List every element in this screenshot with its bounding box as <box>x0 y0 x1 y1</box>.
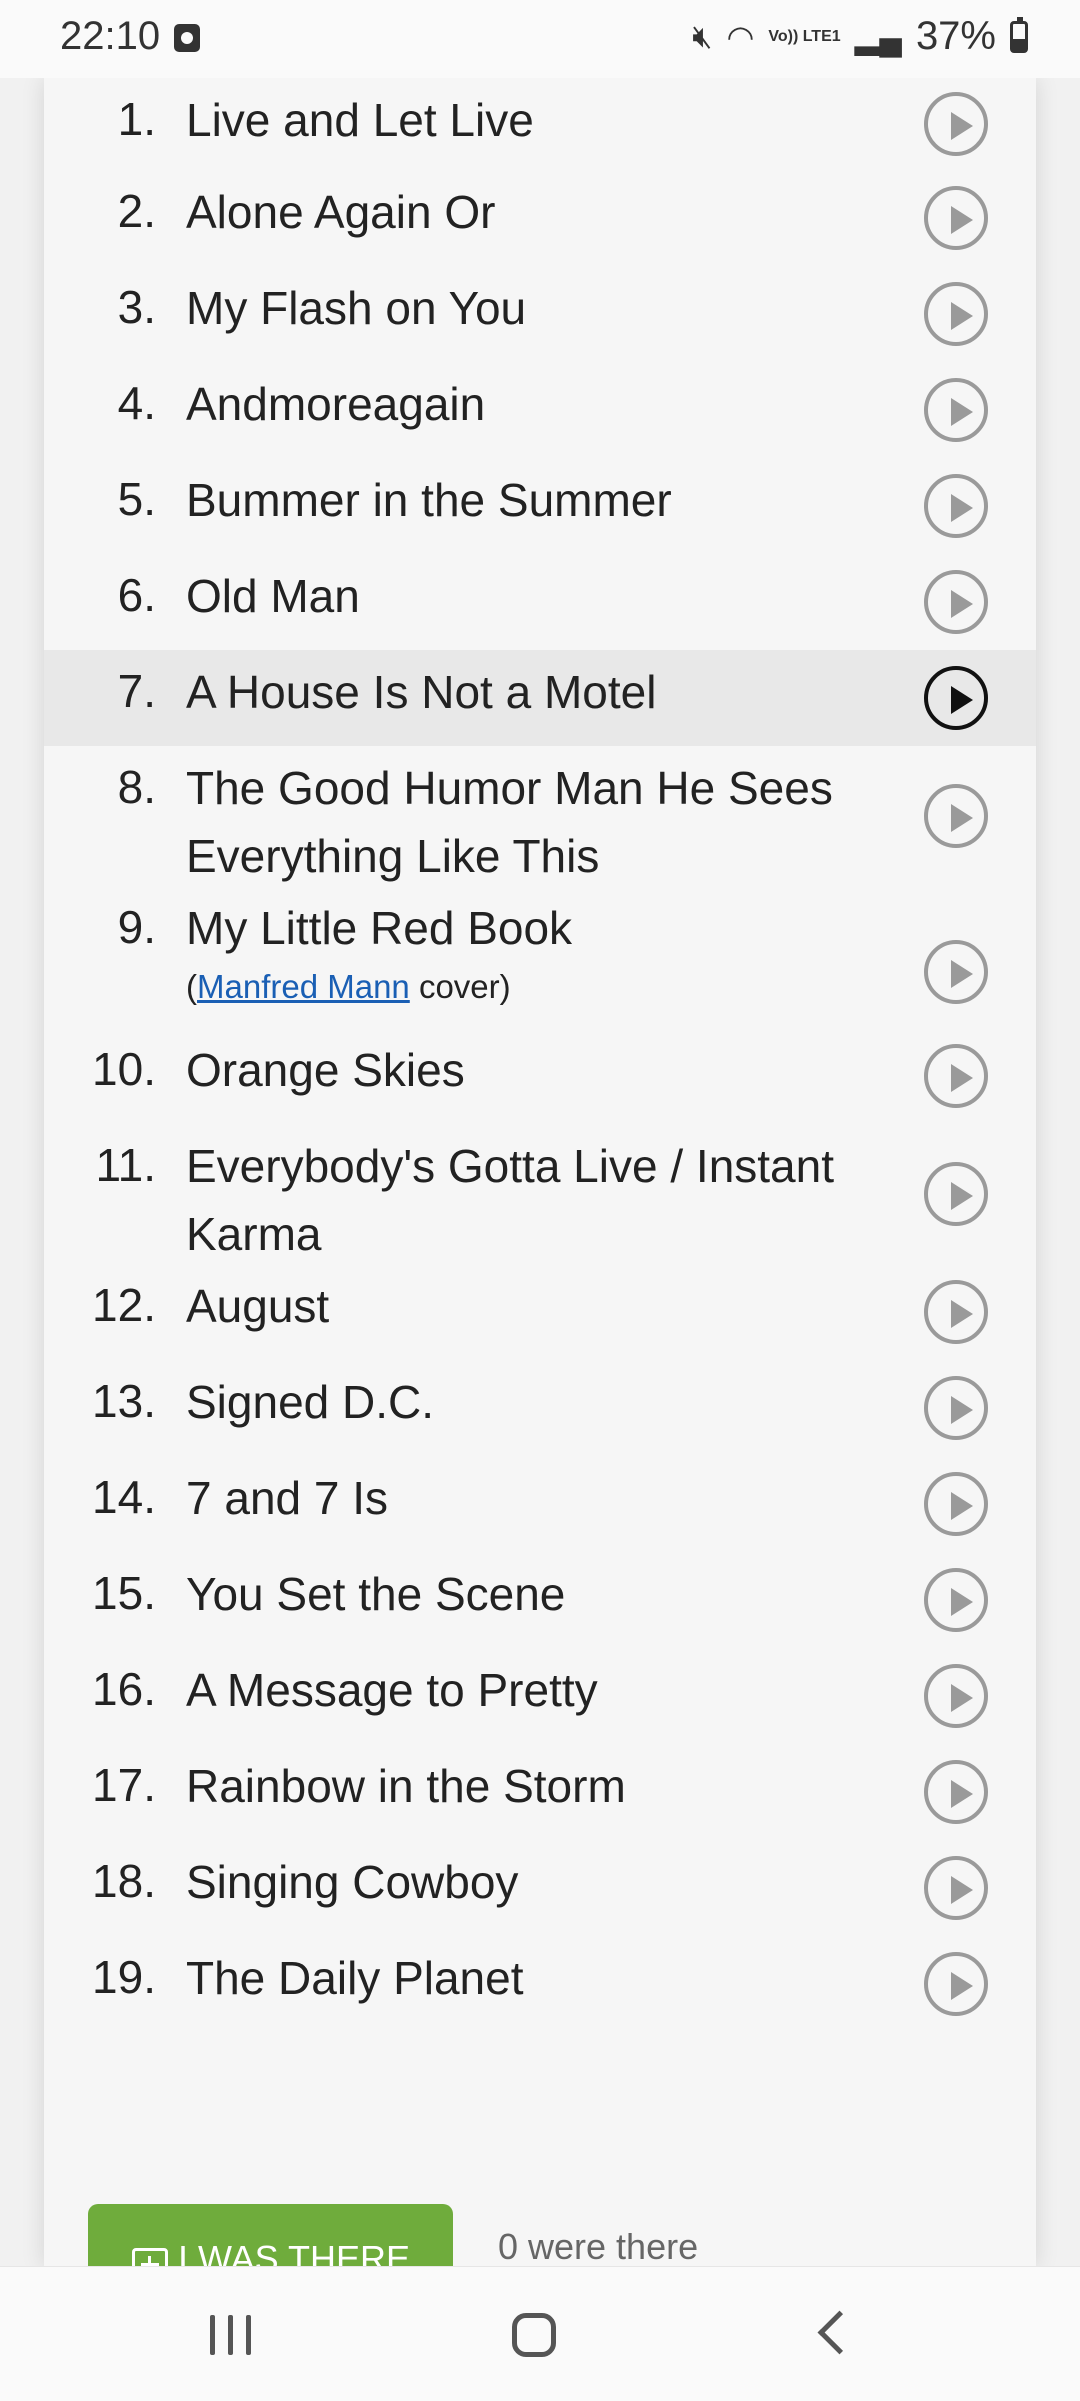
setlist-card: 1. Live and Let Live 2. Alone Again Or 3. My … <box>44 78 1036 2294</box>
recent-apps-button[interactable] <box>210 2315 254 2355</box>
play-circle-icon[interactable] <box>924 1280 988 1344</box>
attendance-count: 0 were there <box>498 2226 699 2267</box>
play-circle-icon[interactable] <box>924 1162 988 1226</box>
track-number: 16. <box>92 1663 156 1715</box>
track-number: 15. <box>92 1567 156 1619</box>
clock: 22:10 <box>60 14 161 58</box>
play-circle-icon[interactable] <box>924 784 988 848</box>
play-circle-icon[interactable] <box>924 1376 988 1440</box>
wifi-icon: ◠ <box>726 18 755 55</box>
track-number: 19. <box>92 1951 156 2003</box>
track-row: 5. Bummer in the Summer <box>44 458 1036 554</box>
track-title: 7 and 7 Is <box>186 1472 389 1524</box>
track-title: Alone Again Or <box>186 186 496 238</box>
track-number: 3. <box>117 281 156 333</box>
track-number: 14. <box>92 1471 156 1523</box>
track-title: A House Is Not a Motel <box>186 666 657 718</box>
track-number: 11. <box>95 1139 156 1191</box>
track-row: 18. Singing Cowboy <box>44 1840 1036 1936</box>
track-number: 12. <box>92 1279 156 1331</box>
track-title: My Flash on You <box>186 282 527 334</box>
play-circle-icon[interactable] <box>924 92 988 156</box>
track-number: 1. <box>117 93 156 145</box>
track-title: Old Man <box>186 570 360 622</box>
signal-icon: ▂▄ <box>854 18 902 55</box>
track-title: Bummer in the Summer <box>186 474 672 526</box>
network-label: Vo)) LTE1 <box>768 28 841 45</box>
track-row: 6. Old Man <box>44 554 1036 650</box>
track-number: 4. <box>117 377 156 429</box>
track-row: 1. Live and Let Live <box>44 78 1036 170</box>
play-circle-icon[interactable] <box>924 282 988 346</box>
note-suffix: cover) <box>409 968 511 1005</box>
track-title: Everybody's Gotta Live / Instant Karma <box>186 1140 834 1260</box>
play-circle-icon[interactable] <box>924 1760 988 1824</box>
play-circle-icon[interactable] <box>924 474 988 538</box>
home-button[interactable] <box>512 2313 556 2357</box>
track-number: 18. <box>92 1855 156 1907</box>
track-title: Orange Skies <box>186 1044 465 1096</box>
back-button[interactable] <box>817 2310 862 2355</box>
play-circle-icon[interactable] <box>924 1952 988 2016</box>
play-circle-icon[interactable] <box>924 940 988 1004</box>
track-row: 11. Everybody's Gotta Live / Instant Karm… <box>44 1124 1036 1264</box>
track-number: 17. <box>92 1759 156 1811</box>
play-circle-icon[interactable] <box>924 666 988 730</box>
track-title: A Message to Pretty <box>186 1664 598 1716</box>
track-number: 6. <box>117 569 156 621</box>
note-prefix: ( <box>186 968 197 1005</box>
track-number: 13. <box>92 1375 156 1427</box>
track-title: You Set the Scene <box>186 1568 566 1620</box>
mute-icon: 🔇︎ <box>692 17 713 54</box>
track-title: My Little Red Book <box>186 902 573 954</box>
play-circle-icon[interactable] <box>924 570 988 634</box>
track-number: 8. <box>117 761 156 813</box>
track-row: 2. Alone Again Or <box>44 170 1036 266</box>
track-number: 9. <box>117 901 156 953</box>
artist-link[interactable]: Manfred Mann <box>197 968 410 1005</box>
track-number: 7. <box>117 665 156 717</box>
play-circle-icon[interactable] <box>924 1568 988 1632</box>
track-title: August <box>186 1280 330 1332</box>
play-circle-icon[interactable] <box>924 1472 988 1536</box>
battery-icon <box>1010 16 1028 53</box>
battery-percent: 37% <box>915 14 996 58</box>
track-row: 9. My Little Red Book (Manfred Mann cover) <box>44 886 1036 1028</box>
track-title: Live and Let Live <box>186 94 534 146</box>
track-row: 13. Signed D.C. <box>44 1360 1036 1456</box>
status-icons: 🔇︎ ◠ Vo)) LTE1 ▂▄ 37% <box>692 14 1028 59</box>
play-circle-icon[interactable] <box>924 186 988 250</box>
track-number: 5. <box>117 473 156 525</box>
track-number: 10. <box>92 1043 156 1095</box>
track-row: 15. You Set the Scene <box>44 1552 1036 1648</box>
track-row: 14. 7 and 7 Is <box>44 1456 1036 1552</box>
track-row: 3. My Flash on You <box>44 266 1036 362</box>
track-row: 12. August <box>44 1264 1036 1360</box>
play-circle-icon[interactable] <box>924 1664 988 1728</box>
play-circle-icon[interactable] <box>924 1856 988 1920</box>
play-circle-icon[interactable] <box>924 1044 988 1108</box>
track-row: 4. Andmoreagain <box>44 362 1036 458</box>
track-note: (Manfred Mann cover) <box>186 968 511 1006</box>
play-circle-icon[interactable] <box>924 378 988 442</box>
track-row: 16. A Message to Pretty <box>44 1648 1036 1744</box>
track-title: The Good Humor Man He Sees Everything Li… <box>186 762 833 882</box>
track-title: Signed D.C. <box>186 1376 435 1428</box>
notification-icon <box>174 24 200 52</box>
track-title: Singing Cowboy <box>186 1856 519 1908</box>
track-number: 2. <box>117 185 156 237</box>
navigation-bar <box>0 2266 1080 2401</box>
track-row: 7. A House Is Not a Motel <box>44 650 1036 746</box>
track-row: 17. Rainbow in the Storm <box>44 1744 1036 1840</box>
track-row: 8. The Good Humor Man He Sees Everything … <box>44 746 1036 886</box>
track-title: Andmoreagain <box>186 378 486 430</box>
track-title: Rainbow in the Storm <box>186 1760 626 1812</box>
status-bar: 22:10 🔇︎ ◠ Vo)) LTE1 ▂▄ 37% <box>0 0 1080 78</box>
track-row: 10. Orange Skies <box>44 1028 1036 1124</box>
track-row: 19. The Daily Planet <box>44 1936 1036 2032</box>
track-title: The Daily Planet <box>186 1952 524 2004</box>
